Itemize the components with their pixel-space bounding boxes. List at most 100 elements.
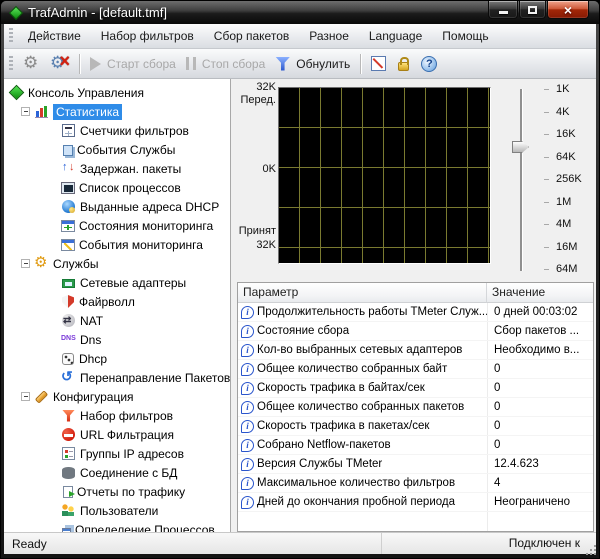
menu-language[interactable]: Language (359, 25, 432, 47)
scale-tick: 256K (544, 173, 588, 185)
minimize-button[interactable] (488, 1, 518, 19)
delete-settings-button[interactable] (45, 52, 74, 75)
status-left-text: Ready (4, 537, 55, 551)
zero-label: 0K (236, 163, 276, 175)
tree-item-network-adapters[interactable]: Сетевые адаптеры (4, 273, 230, 292)
tree-item-firewall[interactable]: Файрволл (4, 292, 230, 311)
tree-item-nat[interactable]: NAT (4, 311, 230, 330)
window-controls: × (488, 1, 589, 19)
menu-misc[interactable]: Разное (299, 25, 359, 47)
tree-item-ip-groups[interactable]: Группы IP адресов (4, 444, 230, 463)
navigation-tree: Консоль Управления Статистика Счетчики ф… (4, 79, 231, 532)
tree-item-monitoring-events[interactable]: События мониторинга (4, 235, 230, 254)
tree-item-filter-counters[interactable]: Счетчики фильтров (4, 121, 230, 140)
tree-item-monitoring-state[interactable]: Состояния мониторинга (4, 216, 230, 235)
menu-help[interactable]: Помощь (432, 25, 498, 47)
dns-letters-icon (61, 332, 76, 347)
toolbar-gripper (9, 56, 13, 72)
gear-delete-icon (50, 55, 69, 72)
reset-button[interactable]: Обнулить (270, 54, 355, 74)
tree-item-dhcp-leases[interactable]: Выданные адреса DHCP (4, 197, 230, 216)
menu-filterset[interactable]: Набор фильтров (91, 25, 204, 47)
circular-arrow-icon (61, 370, 76, 385)
menu-capture[interactable]: Сбор пакетов (204, 25, 299, 47)
up-down-arrows-icon (61, 161, 76, 176)
tree-item-users[interactable]: Пользователи (4, 501, 230, 520)
maximize-button[interactable] (519, 1, 546, 19)
tree-item-configuration[interactable]: Конфигурация (4, 387, 230, 406)
tree-item-filter-set[interactable]: Набор фильтров (4, 406, 230, 425)
app-icon (9, 6, 22, 19)
filter-editor-button[interactable] (366, 53, 391, 74)
collapse-box-icon[interactable] (21, 107, 30, 116)
table-row[interactable]: Версия Службы TMeter 12.4.623 (238, 455, 593, 474)
traffic-plot (278, 87, 491, 264)
collapse-box-icon[interactable] (21, 259, 30, 268)
report-page-icon (63, 486, 73, 498)
tree-item-process-list[interactable]: Список процессов (4, 178, 230, 197)
funnel-icon (275, 57, 290, 71)
checklist-icon (62, 447, 75, 460)
table-row[interactable]: Скорость трафика в пакетах/сек 0 (238, 417, 593, 436)
tree-item-url-filtering[interactable]: URL Фильтрация (4, 425, 230, 444)
main-area: Консоль Управления Статистика Счетчики ф… (4, 79, 596, 532)
tree-item-services[interactable]: Службы (4, 254, 230, 273)
play-icon (90, 57, 101, 71)
settings-button[interactable] (18, 52, 45, 75)
tx-scale-value: 32K (236, 81, 276, 93)
table-row[interactable]: Максимальное количество фильтров 4 (238, 474, 593, 493)
app-window: TrafAdmin - [default.tmf] × Действие Наб… (0, 0, 600, 559)
toolbar: Старт сбора Стоп сбора Обнулить (4, 49, 596, 79)
tree-item-console[interactable]: Консоль Управления (4, 83, 230, 102)
table-body: Продолжительность работы TMeter Служ... … (238, 303, 593, 531)
tree-item-packet-redirect[interactable]: Перенаправление Пакетов (4, 368, 230, 387)
column-header-param[interactable]: Параметр (238, 283, 487, 303)
start-capture-button[interactable]: Старт сбора (85, 54, 181, 74)
stop-capture-button[interactable]: Стоп сбора (181, 54, 270, 74)
close-icon: × (564, 3, 572, 17)
table-row[interactable]: Собрано Netflow-пакетов 0 (238, 436, 593, 455)
info-icon (241, 382, 254, 395)
column-header-value[interactable]: Значение (487, 283, 593, 303)
close-button[interactable]: × (547, 1, 589, 19)
info-icon (241, 363, 254, 376)
scale-tick: 64M (544, 263, 588, 275)
table-row[interactable]: Продолжительность работы TMeter Служ... … (238, 303, 593, 322)
table-row[interactable]: Общее количество собранных пакетов 0 (238, 398, 593, 417)
maximize-icon (528, 6, 537, 14)
tree-item-delayed-packets[interactable]: Задержан. пакеты (4, 159, 230, 178)
lightning-window-icon (61, 239, 75, 251)
tree-item-db-connection[interactable]: Соединение с БД (4, 463, 230, 482)
network-adapter-icon (62, 279, 75, 288)
help-button[interactable] (416, 53, 442, 75)
tree-item-dns[interactable]: Dns (4, 330, 230, 349)
calculator-icon (62, 124, 75, 137)
table-row[interactable]: Кол-во выбранных сетевых адаптеров Необх… (238, 341, 593, 360)
tx-label: Перед. (236, 94, 276, 106)
tree-item-statistics[interactable]: Статистика (4, 102, 230, 121)
resize-grip[interactable] (594, 553, 596, 555)
tree-item-service-events[interactable]: События Службы (4, 140, 230, 159)
nat-icon (62, 314, 75, 327)
scale-slider-track[interactable] (520, 89, 522, 271)
gear-icon (23, 55, 40, 72)
help-icon (421, 56, 437, 72)
table-row[interactable]: Дней до окончания пробной периода Неогра… (238, 493, 593, 512)
menu-action[interactable]: Действие (18, 25, 91, 47)
status-right-text: Подключен к (381, 533, 596, 554)
parameters-table: Параметр Значение Продолжительность рабо… (237, 282, 594, 532)
lock-button[interactable] (391, 54, 416, 74)
tree-item-dhcp[interactable]: Dhcp (4, 349, 230, 368)
scale-slider-thumb[interactable] (512, 141, 529, 153)
info-icon (241, 344, 254, 357)
table-row[interactable]: Общее количество собранных байт 0 (238, 360, 593, 379)
console-icon (9, 85, 24, 100)
collapse-box-icon[interactable] (21, 392, 30, 401)
scale-tick: 1K (544, 83, 588, 95)
table-row[interactable]: Скорость трафика в байтах/сек 0 (238, 379, 593, 398)
tree-item-process-definition[interactable]: Определение Процессов (4, 520, 230, 532)
tree-item-traffic-reports[interactable]: Отчеты по трафику (4, 482, 230, 501)
toolbar-separator (79, 54, 80, 74)
process-monitor-icon (61, 182, 75, 194)
table-row[interactable]: Состояние сбора Сбор пакетов ... (238, 322, 593, 341)
